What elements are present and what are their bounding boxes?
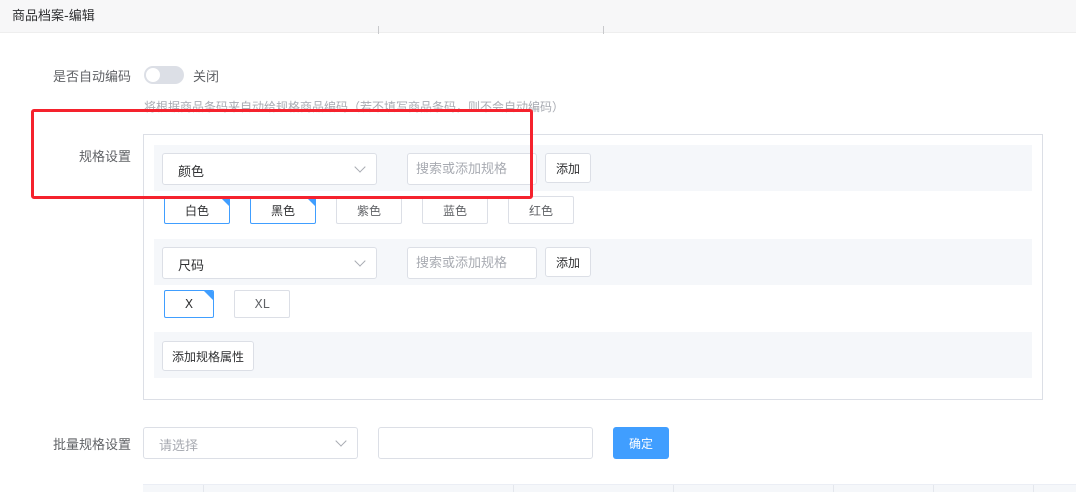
auto-code-label: 是否自动编码 xyxy=(52,70,131,85)
spec-tag-xl[interactable]: XL xyxy=(234,290,290,318)
header-scroll-remnant xyxy=(378,26,604,34)
spec-value-search-input[interactable] xyxy=(407,247,537,279)
spec-tag-purple[interactable]: 紫色 xyxy=(336,196,402,224)
spec-tag-red[interactable]: 红色 xyxy=(508,196,574,224)
spec-table-header xyxy=(143,484,1076,492)
batch-value-input[interactable] xyxy=(378,427,593,459)
spec-tag-white[interactable]: 白色 xyxy=(164,196,230,224)
spec-name-select-value: 颜色 xyxy=(178,165,205,180)
add-attr-strip xyxy=(154,332,1032,378)
batch-spec-select-placeholder: 请选择 xyxy=(159,439,199,454)
spec-name-select-value: 尺码 xyxy=(178,259,205,274)
spec-tag-blue[interactable]: 蓝色 xyxy=(422,196,488,224)
spec-name-select-size[interactable]: 尺码 xyxy=(162,247,377,279)
spec-label: 规格设置 xyxy=(78,150,131,165)
add-spec-value-button[interactable]: 添加 xyxy=(545,153,591,183)
spec-value-search-input[interactable] xyxy=(407,153,537,185)
confirm-button[interactable]: 确定 xyxy=(613,427,669,459)
batch-spec-select[interactable]: 请选择 xyxy=(143,427,358,459)
add-spec-value-button[interactable]: 添加 xyxy=(545,247,591,277)
spec-tag-x[interactable]: X xyxy=(164,290,214,318)
page-title: 商品档案-编辑 xyxy=(12,9,95,24)
page-header: 商品档案-编辑 xyxy=(0,0,1076,34)
auto-code-switch-text: 关闭 xyxy=(193,70,220,85)
spec-name-select-color[interactable]: 颜色 xyxy=(162,153,377,185)
auto-code-switch[interactable] xyxy=(144,66,184,84)
switch-knob xyxy=(146,68,160,82)
chevron-down-icon xyxy=(354,255,366,267)
batch-spec-label: 批量规格设置 xyxy=(52,438,131,453)
spec-tag-black[interactable]: 黑色 xyxy=(250,196,316,224)
auto-code-hint: 将根据商品条码来自动给规格商品编码（若不填写商品条码，则不会自动编码） xyxy=(144,100,565,114)
add-spec-attribute-button[interactable]: 添加规格属性 xyxy=(162,341,254,371)
chevron-down-icon xyxy=(335,435,347,447)
chevron-down-icon xyxy=(354,161,366,173)
